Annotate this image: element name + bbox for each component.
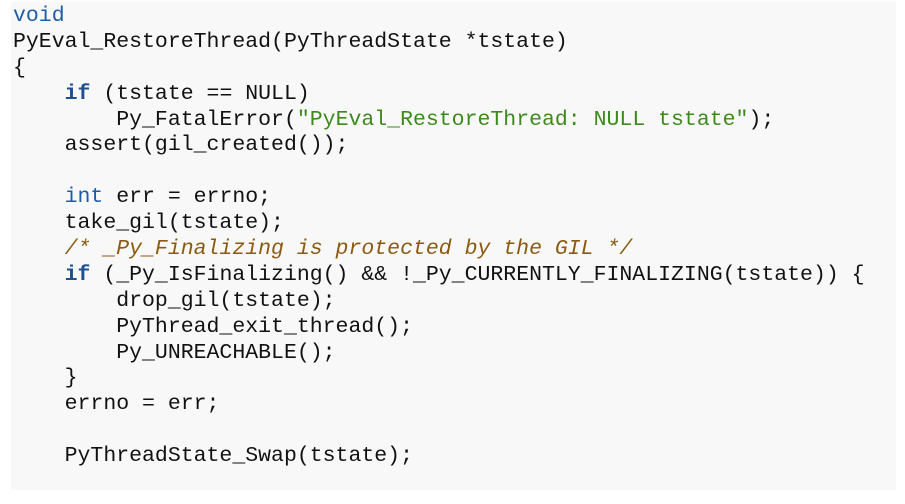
code-line: errno = err; <box>13 392 896 418</box>
code-token: void <box>13 4 65 28</box>
code-line: int err = errno; <box>13 185 896 211</box>
code-token: PyThreadState_Swap(tstate); <box>13 444 413 469</box>
code-token: if <box>64 262 91 287</box>
code-line: if (tstate == NULL) <box>13 82 896 108</box>
code-token: take_gil(tstate); <box>13 211 284 236</box>
code-token: ); <box>748 107 775 132</box>
code-token: (tstate == NULL) <box>90 81 310 106</box>
code-token: if <box>64 81 91 106</box>
code-token: assert(gil_created()); <box>13 133 349 158</box>
code-token: PyEval_RestoreThread(PyThreadState *tsta… <box>13 29 568 54</box>
code-block: void PyEval_RestoreThread(PyThreadState *… <box>11 2 896 490</box>
code-comment: /* _Py_Finalizing is protected by the GI… <box>64 237 633 262</box>
code-line: void <box>13 4 896 30</box>
code-line: Py_FatalError("PyEval_RestoreThread: NUL… <box>13 108 896 134</box>
code-token: errno = err; <box>13 392 220 417</box>
code-listing: void PyEval_RestoreThread(PyThreadState *… <box>11 2 896 470</box>
code-line: if (_Py_IsFinalizing() && !_Py_CURRENTLY… <box>13 263 896 289</box>
code-line: { <box>13 56 896 82</box>
code-token: drop_gil(tstate); <box>13 288 336 313</box>
code-line: PyThread_exit_thread(); <box>13 315 896 341</box>
code-line: } <box>13 366 896 392</box>
code-line: Py_UNREACHABLE(); <box>13 341 896 367</box>
code-line: assert(gil_created()); <box>13 133 896 159</box>
code-token: int <box>64 185 104 210</box>
code-line: drop_gil(tstate); <box>13 289 896 315</box>
code-line: PyThreadState_Swap(tstate); <box>13 444 896 470</box>
code-token: } <box>13 366 78 391</box>
code-token: { <box>13 55 26 80</box>
code-token: "PyEval_RestoreThread: NULL tstate" <box>296 107 749 132</box>
code-token: err = errno; <box>103 185 272 210</box>
code-token: Py_FatalError( <box>13 107 297 132</box>
code-line: PyEval_RestoreThread(PyThreadState *tsta… <box>13 30 896 56</box>
code-line: take_gil(tstate); <box>13 211 896 237</box>
code-token: PyThread_exit_thread(); <box>13 314 413 339</box>
code-token: Py_UNREACHABLE(); <box>13 340 336 365</box>
code-token: (_Py_IsFinalizing() && !_Py_CURRENTLY_FI… <box>90 262 865 287</box>
code-line: /* _Py_Finalizing is protected by the GI… <box>13 237 896 263</box>
